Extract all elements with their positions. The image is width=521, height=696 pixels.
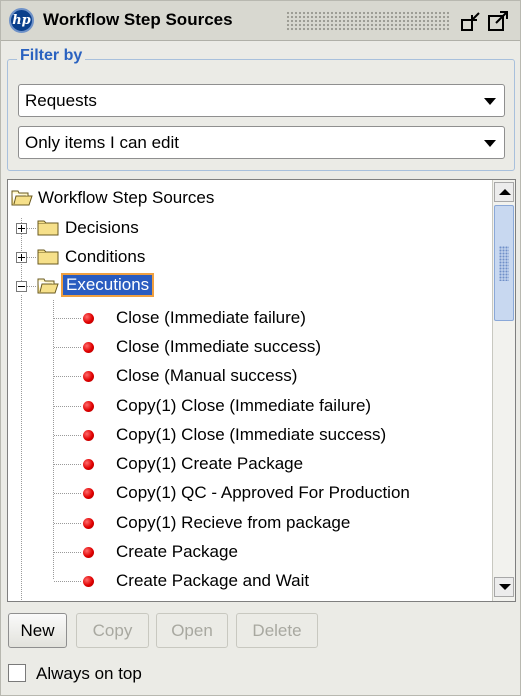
tree-item-label: Create Package <box>116 542 238 561</box>
title-drag-grip[interactable] <box>286 11 449 31</box>
scroll-down-icon[interactable] <box>494 577 514 597</box>
red-dot-icon <box>83 518 94 529</box>
grip-icon <box>499 246 509 281</box>
red-dot-icon <box>83 576 94 587</box>
tree-item-label: Copy(1) QC - Approved For Production <box>116 483 410 502</box>
red-dot-icon <box>83 488 94 499</box>
tree-item-label: Copy(1) Recieve from package <box>116 513 351 532</box>
tree-item-label: Copy(1) Close (Immediate failure) <box>116 396 372 415</box>
tree-item[interactable]: Close (Manual success) <box>8 362 488 390</box>
red-dot-icon <box>83 401 94 412</box>
expand-icon[interactable] <box>16 252 27 263</box>
scroll-up-icon[interactable] <box>494 182 514 202</box>
tree-item-label: Copy(1) Close (Immediate success) <box>116 425 387 444</box>
tree-item-label: Close (Manual success) <box>116 366 298 385</box>
collapse-icon[interactable] <box>16 281 27 292</box>
tree-item[interactable]: Close (Immediate failure) <box>8 304 488 332</box>
workflow-step-sources-window: hp Workflow Step Sources Filter by Reque… <box>0 0 521 696</box>
edit-scope-select[interactable]: Only items I can edit <box>18 126 505 159</box>
tree-folder-label: Conditions <box>65 247 146 266</box>
edit-scope-value: Only items I can edit <box>25 133 180 152</box>
tree-root-label: Workflow Step Sources <box>38 188 215 207</box>
copy-button[interactable]: Copy <box>76 613 149 648</box>
red-dot-icon <box>83 371 94 382</box>
tree-item[interactable]: Create Package <box>8 538 488 566</box>
tree-item[interactable]: Copy(1) QC - Approved For Production <box>8 479 488 507</box>
shrink-window-icon[interactable] <box>460 10 482 32</box>
step-sources-tree[interactable]: Workflow Step Sources Decisions Conditio… <box>7 179 516 602</box>
red-dot-icon <box>83 547 94 558</box>
tree-item[interactable]: Copy(1) Recieve from package <box>8 509 488 537</box>
request-type-select[interactable]: Requests <box>18 84 505 117</box>
hp-logo-icon: hp <box>9 8 34 33</box>
expand-icon[interactable] <box>16 223 27 234</box>
tree-root-node[interactable]: Workflow Step Sources <box>8 184 488 212</box>
folder-icon <box>37 220 59 236</box>
tree-item-label: Create Package and Wait <box>116 571 310 590</box>
tree-folder-label: Executions <box>60 273 155 297</box>
tree-folder-conditions[interactable]: Conditions <box>8 243 488 271</box>
scrollbar-thumb[interactable] <box>494 205 514 321</box>
tree-item-label: Copy(1) Create Package <box>116 454 304 473</box>
tree-item[interactable]: Copy(1) Close (Immediate failure) <box>8 392 488 420</box>
red-dot-icon <box>83 342 94 353</box>
folder-icon <box>37 249 59 265</box>
tree-item[interactable]: Copy(1) Create Package <box>8 450 488 478</box>
red-dot-icon <box>83 459 94 470</box>
tree-item[interactable]: Close (Immediate success) <box>8 333 488 361</box>
red-dot-icon <box>83 430 94 441</box>
tree-folder-decisions[interactable]: Decisions <box>8 214 488 242</box>
title-bar[interactable]: hp Workflow Step Sources <box>1 1 520 41</box>
tree-item-label: Close (Immediate failure) <box>116 308 306 327</box>
folder-open-icon <box>11 190 33 206</box>
tree-item[interactable]: Copy(1) Close (Immediate success) <box>8 421 488 449</box>
tree-vertical-scrollbar[interactable] <box>492 180 515 601</box>
open-button[interactable]: Open <box>156 613 228 648</box>
expand-window-icon[interactable] <box>487 10 509 32</box>
window-title: Workflow Step Sources <box>43 10 233 29</box>
folder-open-icon <box>37 278 59 294</box>
filter-legend: Filter by <box>17 47 86 65</box>
new-button[interactable]: New <box>8 613 67 648</box>
tree-folder-label: Decisions <box>65 218 139 237</box>
chevron-down-icon[interactable] <box>484 140 496 147</box>
tree-item-label: Close (Immediate success) <box>116 337 322 356</box>
always-on-top-checkbox[interactable] <box>8 664 26 682</box>
delete-button[interactable]: Delete <box>236 613 318 648</box>
chevron-down-icon[interactable] <box>484 98 496 105</box>
red-dot-icon <box>83 313 94 324</box>
tree-item[interactable]: Create Package and Wait <box>8 567 488 595</box>
request-type-value: Requests <box>25 91 97 110</box>
always-on-top-label[interactable]: Always on top <box>36 664 142 684</box>
tree-folder-executions[interactable]: Executions <box>8 272 488 300</box>
